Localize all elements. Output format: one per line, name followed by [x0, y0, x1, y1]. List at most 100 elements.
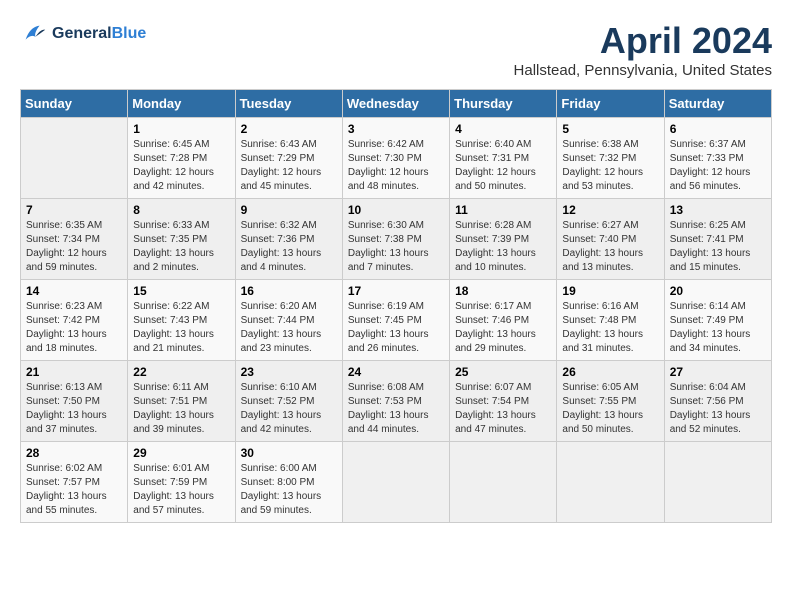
- day-number: 12: [562, 203, 658, 217]
- calendar-day-cell: [664, 442, 771, 523]
- logo: GeneralBlue: [20, 20, 146, 48]
- day-info: Sunrise: 6:01 AM Sunset: 7:59 PM Dayligh…: [133, 462, 229, 518]
- day-number: 5: [562, 122, 658, 136]
- day-number: 10: [348, 203, 444, 217]
- calendar-table: SundayMondayTuesdayWednesdayThursdayFrid…: [20, 89, 772, 523]
- calendar-day-cell: 19 Sunrise: 6:16 AM Sunset: 7:48 PM Dayli…: [557, 280, 664, 361]
- calendar-week-row: 28 Sunrise: 6:02 AM Sunset: 7:57 PM Dayli…: [21, 442, 772, 523]
- day-number: 11: [455, 203, 551, 217]
- day-number: 30: [241, 446, 337, 460]
- day-number: 27: [670, 365, 766, 379]
- calendar-day-cell: 29 Sunrise: 6:01 AM Sunset: 7:59 PM Dayli…: [128, 442, 235, 523]
- day-info: Sunrise: 6:35 AM Sunset: 7:34 PM Dayligh…: [26, 219, 122, 275]
- calendar-week-row: 1 Sunrise: 6:45 AM Sunset: 7:28 PM Daylig…: [21, 118, 772, 199]
- calendar-day-header: Saturday: [664, 90, 771, 118]
- calendar-day-cell: [342, 442, 449, 523]
- day-info: Sunrise: 6:25 AM Sunset: 7:41 PM Dayligh…: [670, 219, 766, 275]
- day-info: Sunrise: 6:23 AM Sunset: 7:42 PM Dayligh…: [26, 300, 122, 356]
- day-info: Sunrise: 6:10 AM Sunset: 7:52 PM Dayligh…: [241, 381, 337, 437]
- calendar-day-header: Sunday: [21, 90, 128, 118]
- day-number: 1: [133, 122, 229, 136]
- day-number: 2: [241, 122, 337, 136]
- month-title: April 2024: [514, 20, 772, 62]
- logo-text: GeneralBlue: [52, 25, 146, 43]
- day-number: 9: [241, 203, 337, 217]
- day-number: 3: [348, 122, 444, 136]
- day-info: Sunrise: 6:30 AM Sunset: 7:38 PM Dayligh…: [348, 219, 444, 275]
- day-info: Sunrise: 6:11 AM Sunset: 7:51 PM Dayligh…: [133, 381, 229, 437]
- day-info: Sunrise: 6:05 AM Sunset: 7:55 PM Dayligh…: [562, 381, 658, 437]
- calendar-day-cell: 13 Sunrise: 6:25 AM Sunset: 7:41 PM Dayli…: [664, 199, 771, 280]
- day-info: Sunrise: 6:45 AM Sunset: 7:28 PM Dayligh…: [133, 138, 229, 194]
- calendar-day-cell: 22 Sunrise: 6:11 AM Sunset: 7:51 PM Dayli…: [128, 361, 235, 442]
- day-number: 17: [348, 284, 444, 298]
- calendar-day-cell: 25 Sunrise: 6:07 AM Sunset: 7:54 PM Dayli…: [450, 361, 557, 442]
- day-number: 16: [241, 284, 337, 298]
- day-info: Sunrise: 6:16 AM Sunset: 7:48 PM Dayligh…: [562, 300, 658, 356]
- calendar-day-cell: 23Sunrise: 6:10 AM Sunset: 7:52 PM Dayli…: [235, 361, 342, 442]
- logo-icon: [20, 20, 48, 48]
- day-info: Sunrise: 6:40 AM Sunset: 7:31 PM Dayligh…: [455, 138, 551, 194]
- calendar-week-row: 14 Sunrise: 6:23 AM Sunset: 7:42 PM Dayli…: [21, 280, 772, 361]
- title-section: April 2024 Hallstead, Pennsylvania, Unit…: [514, 20, 772, 79]
- day-number: 26: [562, 365, 658, 379]
- day-number: 14: [26, 284, 122, 298]
- day-info: Sunrise: 6:22 AM Sunset: 7:43 PM Dayligh…: [133, 300, 229, 356]
- day-number: 15: [133, 284, 229, 298]
- day-number: 18: [455, 284, 551, 298]
- day-info: Sunrise: 6:33 AM Sunset: 7:35 PM Dayligh…: [133, 219, 229, 275]
- calendar-day-header: Monday: [128, 90, 235, 118]
- day-info: Sunrise: 6:07 AM Sunset: 7:54 PM Dayligh…: [455, 381, 551, 437]
- calendar-day-cell: 12 Sunrise: 6:27 AM Sunset: 7:40 PM Dayli…: [557, 199, 664, 280]
- day-number: 8: [133, 203, 229, 217]
- calendar-day-cell: 8 Sunrise: 6:33 AM Sunset: 7:35 PM Daylig…: [128, 199, 235, 280]
- day-info: Sunrise: 6:38 AM Sunset: 7:32 PM Dayligh…: [562, 138, 658, 194]
- calendar-day-cell: 5 Sunrise: 6:38 AM Sunset: 7:32 PM Daylig…: [557, 118, 664, 199]
- calendar-day-cell: [21, 118, 128, 199]
- day-info: Sunrise: 6:17 AM Sunset: 7:46 PM Dayligh…: [455, 300, 551, 356]
- calendar-day-cell: 30 Sunrise: 6:00 AM Sunset: 8:00 PM Dayli…: [235, 442, 342, 523]
- day-info: Sunrise: 6:19 AM Sunset: 7:45 PM Dayligh…: [348, 300, 444, 356]
- calendar-day-header: Tuesday: [235, 90, 342, 118]
- calendar-day-cell: 6 Sunrise: 6:37 AM Sunset: 7:33 PM Daylig…: [664, 118, 771, 199]
- day-number: 7: [26, 203, 122, 217]
- calendar-day-cell: 14 Sunrise: 6:23 AM Sunset: 7:42 PM Dayli…: [21, 280, 128, 361]
- calendar-day-header: Wednesday: [342, 90, 449, 118]
- day-number: 13: [670, 203, 766, 217]
- day-info: Sunrise: 6:00 AM Sunset: 8:00 PM Dayligh…: [241, 462, 337, 518]
- day-number: 19: [562, 284, 658, 298]
- day-number: 22: [133, 365, 229, 379]
- location: Hallstead, Pennsylvania, United States: [514, 62, 772, 79]
- day-number: 6: [670, 122, 766, 136]
- day-number: 4: [455, 122, 551, 136]
- day-info: Sunrise: 6:13 AM Sunset: 7:50 PM Dayligh…: [26, 381, 122, 437]
- calendar-day-cell: 11Sunrise: 6:28 AM Sunset: 7:39 PM Dayli…: [450, 199, 557, 280]
- calendar-day-cell: 7 Sunrise: 6:35 AM Sunset: 7:34 PM Daylig…: [21, 199, 128, 280]
- day-info: Sunrise: 6:42 AM Sunset: 7:30 PM Dayligh…: [348, 138, 444, 194]
- calendar-day-cell: 16Sunrise: 6:20 AM Sunset: 7:44 PM Dayli…: [235, 280, 342, 361]
- calendar-day-cell: 24Sunrise: 6:08 AM Sunset: 7:53 PM Dayli…: [342, 361, 449, 442]
- day-info: Sunrise: 6:02 AM Sunset: 7:57 PM Dayligh…: [26, 462, 122, 518]
- page-header: GeneralBlue April 2024 Hallstead, Pennsy…: [20, 20, 772, 79]
- calendar-day-cell: 3 Sunrise: 6:42 AM Sunset: 7:30 PM Daylig…: [342, 118, 449, 199]
- calendar-day-cell: [450, 442, 557, 523]
- calendar-day-cell: 4 Sunrise: 6:40 AM Sunset: 7:31 PM Daylig…: [450, 118, 557, 199]
- day-number: 29: [133, 446, 229, 460]
- calendar-day-cell: 21Sunrise: 6:13 AM Sunset: 7:50 PM Dayli…: [21, 361, 128, 442]
- calendar-day-cell: 27 Sunrise: 6:04 AM Sunset: 7:56 PM Dayli…: [664, 361, 771, 442]
- day-info: Sunrise: 6:32 AM Sunset: 7:36 PM Dayligh…: [241, 219, 337, 275]
- calendar-day-cell: 17 Sunrise: 6:19 AM Sunset: 7:45 PM Dayli…: [342, 280, 449, 361]
- calendar-day-cell: 20Sunrise: 6:14 AM Sunset: 7:49 PM Dayli…: [664, 280, 771, 361]
- day-info: Sunrise: 6:27 AM Sunset: 7:40 PM Dayligh…: [562, 219, 658, 275]
- day-number: 25: [455, 365, 551, 379]
- day-info: Sunrise: 6:04 AM Sunset: 7:56 PM Dayligh…: [670, 381, 766, 437]
- calendar-day-header: Thursday: [450, 90, 557, 118]
- day-info: Sunrise: 6:37 AM Sunset: 7:33 PM Dayligh…: [670, 138, 766, 194]
- calendar-day-cell: 15 Sunrise: 6:22 AM Sunset: 7:43 PM Dayli…: [128, 280, 235, 361]
- day-number: 28: [26, 446, 122, 460]
- calendar-day-cell: 1 Sunrise: 6:45 AM Sunset: 7:28 PM Daylig…: [128, 118, 235, 199]
- calendar-week-row: 21Sunrise: 6:13 AM Sunset: 7:50 PM Dayli…: [21, 361, 772, 442]
- calendar-day-cell: 9 Sunrise: 6:32 AM Sunset: 7:36 PM Daylig…: [235, 199, 342, 280]
- day-info: Sunrise: 6:08 AM Sunset: 7:53 PM Dayligh…: [348, 381, 444, 437]
- calendar-day-cell: 18 Sunrise: 6:17 AM Sunset: 7:46 PM Dayli…: [450, 280, 557, 361]
